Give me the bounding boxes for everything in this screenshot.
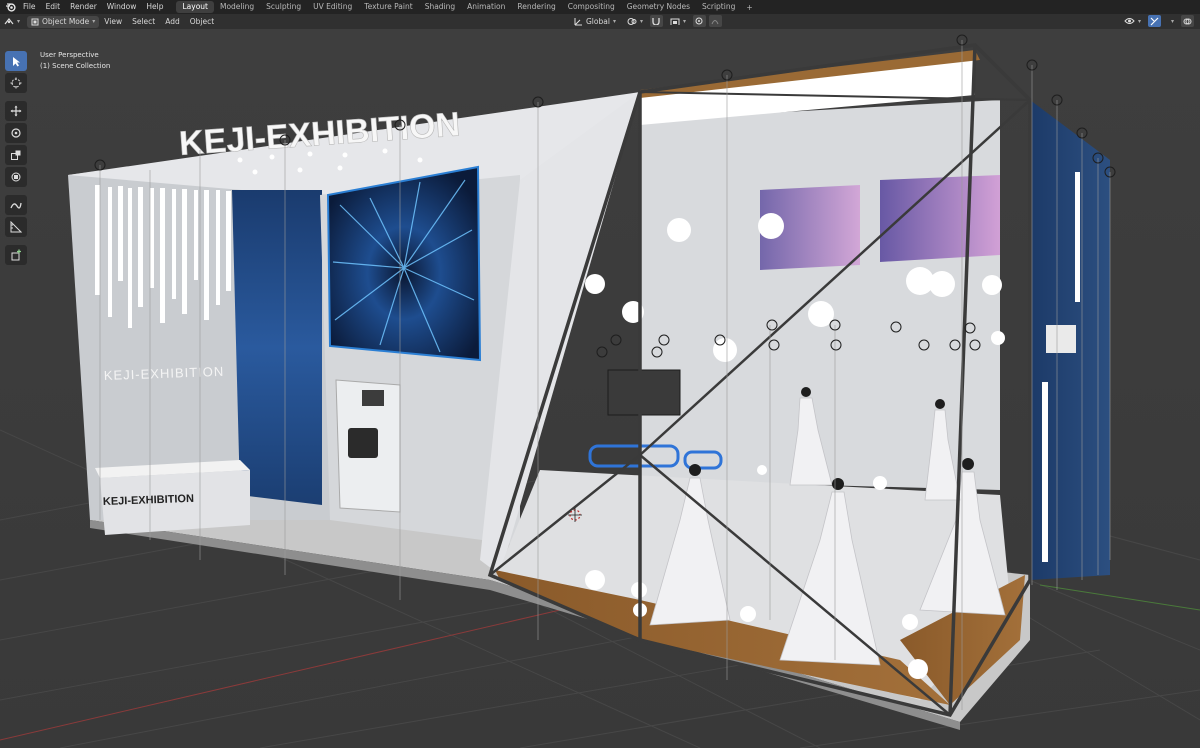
- gizmo-icon: [1150, 17, 1159, 25]
- cursor-tool[interactable]: [5, 73, 27, 93]
- collection-label: (1) Scene Collection: [40, 62, 111, 70]
- menu-edit[interactable]: Edit: [41, 0, 66, 14]
- add-cube-tool[interactable]: [5, 245, 27, 265]
- chevron-down-icon: ▾: [639, 17, 643, 25]
- chevron-down-icon: ▾: [1137, 17, 1141, 25]
- gizmo-options[interactable]: ▾: [1164, 15, 1178, 27]
- scale-tool[interactable]: [5, 145, 27, 165]
- rotate-icon: [11, 128, 21, 138]
- select-arrow-icon: [12, 56, 20, 66]
- editor-type-icon: [4, 18, 14, 25]
- overlays-toggle[interactable]: [1181, 15, 1194, 27]
- chevron-down-icon: ▾: [17, 18, 21, 25]
- object-menu[interactable]: Object: [185, 17, 219, 26]
- blender-window: File Edit Render Window Help Layout Mode…: [0, 0, 1200, 748]
- showroom-tv: [607, 369, 681, 416]
- chevron-down-icon: ▾: [1170, 17, 1174, 25]
- tab-uv-editing[interactable]: UV Editing: [307, 1, 358, 13]
- annotate-tool[interactable]: [5, 195, 27, 215]
- menu-file[interactable]: File: [18, 0, 41, 14]
- snap-target-icon: [670, 18, 680, 25]
- mode-label: Object Mode: [42, 17, 90, 26]
- chevron-down-icon: ▾: [682, 17, 686, 25]
- pivot-selector[interactable]: ▾: [623, 15, 647, 27]
- snap-target-selector[interactable]: ▾: [666, 15, 690, 27]
- tab-texture-paint[interactable]: Texture Paint: [358, 1, 418, 13]
- tab-compositing[interactable]: Compositing: [562, 1, 621, 13]
- doorway-chair: [348, 428, 378, 458]
- viewport-header: ▾ Object Mode ▾ View Select Add Object G…: [0, 14, 1200, 29]
- doorway-picture: [362, 390, 384, 406]
- proportional-editing-toggle[interactable]: [692, 15, 706, 27]
- right-wall-light-strip: [1075, 172, 1080, 302]
- rotate-tool[interactable]: [5, 123, 27, 143]
- tab-animation[interactable]: Animation: [461, 1, 511, 13]
- transform-tool[interactable]: [5, 167, 27, 187]
- 3d-viewport[interactable]: KEJI-EXHIBITION KEJI-EXHIBITION KEJI-EXH…: [0, 29, 1200, 748]
- annotate-icon: [10, 202, 22, 209]
- falloff-icon: [712, 20, 719, 25]
- tab-rendering[interactable]: Rendering: [511, 1, 561, 13]
- eye-icon: [1124, 18, 1135, 24]
- tab-layout[interactable]: Layout: [176, 1, 214, 13]
- viewport-display-tools: ▾ ▾: [1120, 15, 1194, 27]
- tab-scripting[interactable]: Scripting: [696, 1, 741, 13]
- add-cube-icon: [11, 249, 21, 261]
- object-mode-icon: [31, 18, 39, 25]
- move-tool[interactable]: [5, 101, 27, 121]
- top-menu-bar: File Edit Render Window Help Layout Mode…: [0, 0, 1200, 14]
- perspective-label: User Perspective: [40, 51, 99, 59]
- proportional-icon: [695, 17, 703, 25]
- chevron-down-icon: ▾: [92, 18, 96, 25]
- workspace-tabs: Layout Modeling Sculpting UV Editing Tex…: [176, 0, 757, 14]
- menu-render[interactable]: Render: [65, 0, 102, 14]
- add-workspace-button[interactable]: +: [741, 3, 757, 12]
- add-menu[interactable]: Add: [160, 17, 185, 26]
- tab-modeling[interactable]: Modeling: [214, 1, 260, 13]
- orientation-icon: [574, 17, 582, 25]
- move-icon: [10, 105, 22, 117]
- visibility-selector[interactable]: ▾: [1120, 15, 1145, 27]
- cursor-icon: [10, 77, 22, 89]
- blender-logo-icon[interactable]: [2, 0, 18, 14]
- transform-icon: [11, 172, 21, 182]
- right-wall-light-strip-2: [1042, 382, 1048, 562]
- tool-shelf: [5, 51, 29, 265]
- mode-selector[interactable]: Object Mode ▾: [27, 15, 100, 28]
- tab-sculpting[interactable]: Sculpting: [260, 1, 307, 13]
- exhibition-booth-render: KEJI-EXHIBITION KEJI-EXHIBITION KEJI-EXH…: [0, 29, 1200, 748]
- falloff-selector[interactable]: [708, 15, 722, 27]
- measure-tool[interactable]: [5, 217, 27, 237]
- overlays-icon: [1183, 18, 1192, 24]
- select-box-tool[interactable]: [5, 51, 27, 71]
- menu-help[interactable]: Help: [141, 0, 168, 14]
- magnet-icon: [652, 18, 661, 25]
- transform-tools: Global ▾ ▾ ▾: [570, 15, 722, 27]
- right-wall-sign: [1046, 325, 1076, 353]
- select-menu[interactable]: Select: [127, 17, 160, 26]
- editor-type-button[interactable]: ▾: [0, 16, 24, 28]
- tab-geometry-nodes[interactable]: Geometry Nodes: [621, 1, 696, 13]
- blue-column: [232, 190, 322, 505]
- orientation-selector[interactable]: Global ▾: [570, 15, 620, 27]
- pivot-icon: [627, 17, 637, 25]
- snap-toggle[interactable]: [649, 15, 663, 27]
- menu-window[interactable]: Window: [102, 0, 142, 14]
- chevron-down-icon: ▾: [612, 17, 616, 25]
- tab-shading[interactable]: Shading: [419, 1, 461, 13]
- scale-icon: [11, 150, 21, 160]
- gizmo-toggle[interactable]: [1147, 15, 1161, 27]
- view-menu[interactable]: View: [99, 17, 127, 26]
- ruler-icon: [10, 221, 22, 233]
- orientation-label: Global: [586, 16, 610, 26]
